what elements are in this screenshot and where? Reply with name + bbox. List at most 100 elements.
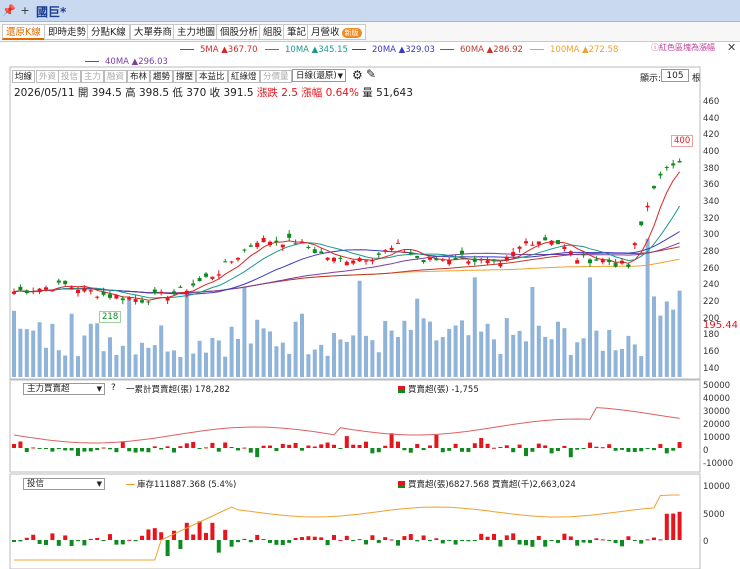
main-force-bar: [293, 442, 298, 448]
main-force-bar: [204, 447, 208, 449]
volume-bar: [120, 345, 125, 377]
volume-bar: [216, 340, 221, 377]
institution-bar: [293, 538, 298, 540]
institution-bar: [466, 540, 471, 542]
main-force-bar: [178, 446, 183, 448]
institution-bar: [197, 521, 202, 540]
volume-bar: [453, 325, 458, 377]
candle-body: [280, 244, 285, 248]
candle-body: [568, 251, 573, 255]
volume-bar: [236, 338, 240, 377]
main-force-bar: [671, 448, 676, 451]
main-force-bar: [492, 447, 496, 449]
main-force-bar: [101, 447, 106, 449]
main-force-bar: [568, 448, 573, 458]
candle-body: [415, 255, 420, 258]
candle-body: [24, 290, 29, 294]
main-force-bar: [524, 448, 528, 457]
institution-bar: [344, 535, 349, 540]
volume-bar: [440, 337, 445, 377]
main-force-bar: [664, 448, 669, 454]
volume-bar: [325, 355, 330, 377]
institution-bar: [453, 540, 458, 545]
main-force-bar: [184, 443, 189, 448]
volume-bar: [524, 341, 528, 377]
volume-bar: [44, 347, 48, 377]
main-force-bar: [300, 448, 304, 451]
volume-bar: [357, 280, 362, 377]
candle-body: [581, 254, 586, 256]
volume-bar: [210, 337, 215, 377]
main-force-bar: [223, 442, 228, 448]
volume-bar: [204, 352, 208, 377]
main-force-bar: [274, 448, 279, 452]
candle-body: [594, 259, 599, 261]
candle-body: [300, 241, 304, 244]
institution-bar: [140, 535, 144, 540]
main-force-bar: [626, 448, 631, 452]
main-force-bar: [344, 436, 349, 448]
institution-bar: [172, 530, 176, 540]
volume-bar: [338, 339, 343, 377]
main-force-bar: [63, 448, 68, 451]
candle-body: [133, 299, 138, 302]
main-force-bar: [639, 448, 644, 452]
candle-body: [101, 291, 106, 295]
candle-body: [338, 257, 343, 259]
institution-bar: [216, 540, 221, 553]
institution-bar: [191, 534, 196, 540]
volume-bar: [364, 335, 368, 377]
volume-bar: [472, 277, 477, 377]
volume-bar: [498, 353, 503, 377]
volume-bar: [434, 340, 439, 377]
institution-bar: [44, 540, 48, 545]
main-force-bar: [428, 445, 432, 448]
candle-body: [210, 276, 215, 279]
institution-bar: [581, 540, 586, 543]
institution-bar: [434, 538, 439, 540]
institution-bar: [69, 540, 74, 547]
institution-bar: [133, 540, 138, 542]
stock-chart[interactable]: [0, 0, 740, 569]
institution-bar: [396, 540, 400, 546]
volume-bar: [620, 348, 624, 377]
main-force-bar: [108, 448, 112, 450]
institution-bar: [556, 540, 560, 543]
institution-bar: [88, 538, 93, 540]
institution-bar: [229, 540, 234, 547]
institution-bar: [319, 537, 324, 540]
main-force-bar: [88, 448, 93, 452]
main-force-bar: [370, 448, 375, 454]
main-force-bar: [133, 448, 138, 453]
institution-bar: [95, 538, 100, 540]
main-force-bar: [620, 448, 624, 450]
volume-bar: [82, 335, 87, 377]
main-force-bar: [383, 445, 388, 448]
volume-bar: [536, 325, 541, 377]
main-force-bar: [440, 448, 445, 453]
institution-bar: [376, 540, 381, 543]
volume-bar: [312, 349, 317, 377]
institution-bar: [677, 511, 682, 540]
volume-bar: [18, 328, 23, 377]
main-force-bar: [236, 448, 240, 451]
volume-bar: [95, 323, 100, 377]
volume-bar: [389, 330, 394, 377]
candle-body: [165, 297, 170, 301]
candle-body: [293, 243, 298, 245]
main-force-bar: [248, 448, 253, 453]
institution-bar: [351, 540, 356, 542]
candle-body: [18, 286, 23, 291]
volume-bar: [370, 340, 375, 377]
institution-bar: [223, 529, 228, 540]
candle-body: [645, 205, 650, 208]
candle-body: [236, 258, 240, 260]
main-force-bar: [31, 447, 36, 449]
candle-body: [364, 260, 368, 262]
candle-body: [575, 260, 580, 264]
main-force-bar: [165, 446, 170, 448]
volume-bar: [37, 322, 42, 377]
candle-body: [472, 258, 477, 262]
main-force-bar: [594, 446, 599, 448]
institution-bar: [108, 534, 112, 540]
